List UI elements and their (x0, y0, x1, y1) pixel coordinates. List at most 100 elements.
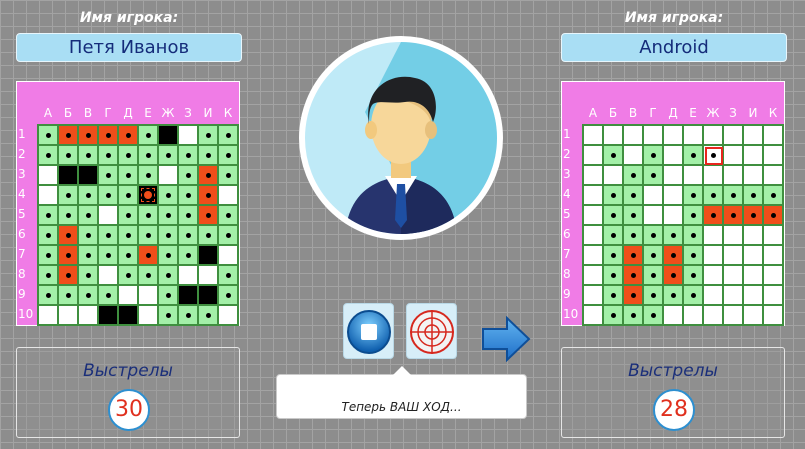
board-cell-Д7[interactable] (663, 245, 683, 265)
board-cell-З2[interactable] (723, 145, 743, 165)
board-cell-Г3[interactable] (643, 165, 663, 185)
board-cell-И10[interactable] (743, 305, 763, 325)
board-cell-Б6[interactable] (603, 225, 623, 245)
board-cell-З8[interactable] (723, 265, 743, 285)
board-cell-З9[interactable] (723, 285, 743, 305)
board-cell-Ж5[interactable] (703, 205, 723, 225)
board-cell-К1[interactable] (763, 125, 783, 145)
board-cell-Ж3[interactable] (703, 165, 723, 185)
board-cell-К3[interactable] (763, 165, 783, 185)
board-cell-Г4[interactable] (643, 185, 663, 205)
board-cell-Д3[interactable] (663, 165, 683, 185)
board-cell-И5[interactable] (743, 205, 763, 225)
board-cell-А6[interactable] (583, 225, 603, 245)
board-cell-Б1[interactable] (603, 125, 623, 145)
board-cell-Ж2[interactable] (703, 145, 723, 165)
board-cell-З4[interactable] (723, 185, 743, 205)
board-cell-Д6[interactable] (663, 225, 683, 245)
board-cell-В6[interactable] (623, 225, 643, 245)
board-cell-А7[interactable] (583, 245, 603, 265)
board-cell-К4[interactable] (763, 185, 783, 205)
board-cell-А10[interactable] (583, 305, 603, 325)
board-cell-Е5[interactable] (683, 205, 703, 225)
board-cell-Г8[interactable] (643, 265, 663, 285)
board-cell-Ж6[interactable] (703, 225, 723, 245)
board-cell-К9[interactable] (763, 285, 783, 305)
board-cell-Г2[interactable] (643, 145, 663, 165)
board-cell-Е8[interactable] (683, 265, 703, 285)
board-cell-А5[interactable] (583, 205, 603, 225)
board-cell-К8[interactable] (763, 265, 783, 285)
board-cell-Д2[interactable] (663, 145, 683, 165)
board-cell-Д8[interactable] (663, 265, 683, 285)
board-cell-Ж1[interactable] (703, 125, 723, 145)
board-cell-В3[interactable] (623, 165, 643, 185)
board-cell-Е9[interactable] (683, 285, 703, 305)
board-cell-Б8[interactable] (603, 265, 623, 285)
board-cell-Е10[interactable] (683, 305, 703, 325)
board-cell-В2[interactable] (623, 145, 643, 165)
board-cell-И7[interactable] (743, 245, 763, 265)
board-cell-И2[interactable] (743, 145, 763, 165)
board-cell-Б4[interactable] (603, 185, 623, 205)
board-cell-З10[interactable] (723, 305, 743, 325)
board-cell-Д5[interactable] (663, 205, 683, 225)
board-cell-Д1[interactable] (663, 125, 683, 145)
board-cell-Е6[interactable] (683, 225, 703, 245)
board-cell-Г6[interactable] (643, 225, 663, 245)
board-cell-Г7[interactable] (643, 245, 663, 265)
board-cell-Г5[interactable] (643, 205, 663, 225)
board-cell-Е4[interactable] (683, 185, 703, 205)
board-cell-Б2[interactable] (603, 145, 623, 165)
board-cell-К7[interactable] (763, 245, 783, 265)
board-cell-Б3[interactable] (603, 165, 623, 185)
board-cell-Ж7[interactable] (703, 245, 723, 265)
board-cell-Д4[interactable] (663, 185, 683, 205)
board-cell-В10[interactable] (623, 305, 643, 325)
board-cell-Б7[interactable] (603, 245, 623, 265)
board-cell-Г10[interactable] (643, 305, 663, 325)
board-cell-И1[interactable] (743, 125, 763, 145)
board-cell-А9[interactable] (583, 285, 603, 305)
board-cell-А4[interactable] (583, 185, 603, 205)
board-cell-А8[interactable] (583, 265, 603, 285)
board-cell-Ж9[interactable] (703, 285, 723, 305)
board-cell-В4[interactable] (623, 185, 643, 205)
board-cell-З6[interactable] (723, 225, 743, 245)
board-cell-И8[interactable] (743, 265, 763, 285)
board-cell-З5[interactable] (723, 205, 743, 225)
right-grid[interactable] (582, 124, 784, 326)
board-cell-З7[interactable] (723, 245, 743, 265)
board-cell-Б5[interactable] (603, 205, 623, 225)
board-cell-К5[interactable] (763, 205, 783, 225)
board-cell-А3[interactable] (583, 165, 603, 185)
board-cell-И3[interactable] (743, 165, 763, 185)
board-cell-В8[interactable] (623, 265, 643, 285)
board-cell-К2[interactable] (763, 145, 783, 165)
board-cell-И6[interactable] (743, 225, 763, 245)
board-cell-В5[interactable] (623, 205, 643, 225)
board-cell-В9[interactable] (623, 285, 643, 305)
board-cell-Е3[interactable] (683, 165, 703, 185)
board-cell-А2[interactable] (583, 145, 603, 165)
board-cell-Г1[interactable] (643, 125, 663, 145)
board-cell-З1[interactable] (723, 125, 743, 145)
board-cell-Ж4[interactable] (703, 185, 723, 205)
board-cell-Б9[interactable] (603, 285, 623, 305)
board-cell-Д10[interactable] (663, 305, 683, 325)
board-cell-Г9[interactable] (643, 285, 663, 305)
board-cell-И4[interactable] (743, 185, 763, 205)
board-cell-Е2[interactable] (683, 145, 703, 165)
board-cell-Е7[interactable] (683, 245, 703, 265)
board-cell-Б10[interactable] (603, 305, 623, 325)
stop-button[interactable] (343, 303, 394, 359)
board-cell-В1[interactable] (623, 125, 643, 145)
board-cell-Ж8[interactable] (703, 265, 723, 285)
aim-button[interactable] (406, 303, 457, 359)
board-cell-К6[interactable] (763, 225, 783, 245)
board-cell-В7[interactable] (623, 245, 643, 265)
board-cell-Е1[interactable] (683, 125, 703, 145)
board-cell-З3[interactable] (723, 165, 743, 185)
board-cell-И9[interactable] (743, 285, 763, 305)
board-cell-Ж10[interactable] (703, 305, 723, 325)
